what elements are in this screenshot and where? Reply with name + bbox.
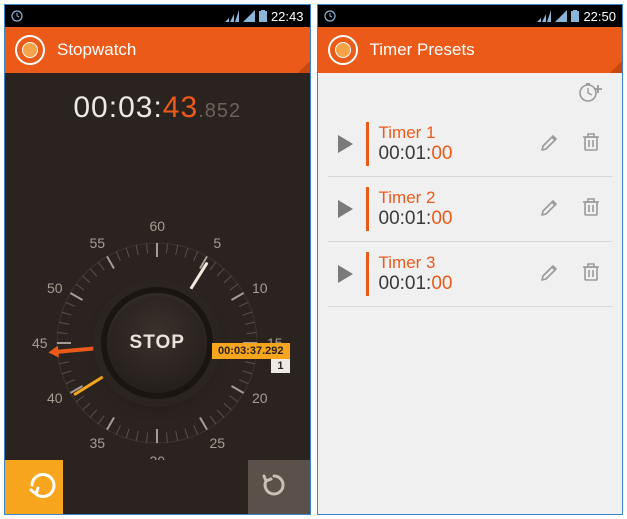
dial-label: 50 [47,280,63,296]
preset-time: 00:01:00 [379,143,525,165]
lap-badge: 00:03:37.292 1 [212,343,289,373]
accent-bar [366,252,369,296]
preset-name: Timer 2 [379,188,525,208]
preset-info[interactable]: Timer 2 00:01:00 [379,188,525,230]
status-time: 22:43 [271,9,304,24]
lap-number: 1 [271,359,289,373]
preset-info[interactable]: Timer 1 00:01:00 [379,123,525,165]
signal-icon-2 [243,10,255,22]
status-time: 22:50 [583,9,616,24]
app-header: Stopwatch [5,27,310,73]
stop-button[interactable]: STOP [107,293,207,393]
play-button[interactable] [334,133,356,155]
signal-icon [537,10,551,22]
dial-label: 10 [252,280,268,296]
app-status-icon [324,10,336,22]
edit-button[interactable] [534,191,566,228]
stopwatch-body: 00:03:43.852 60 5 10 15 20 25 30 35 40 4… [5,73,310,514]
dial-label: 25 [209,435,225,451]
preset-row: Timer 3 00:01:00 [328,242,613,307]
app-logo-icon [328,35,358,65]
delete-button[interactable] [576,126,606,163]
app-logo-icon [15,35,45,65]
preset-info[interactable]: Timer 3 00:01:00 [379,253,525,295]
elapsed-time: 00:03:43.852 [5,73,310,125]
add-preset-button[interactable] [578,81,604,108]
dial-label: 5 [213,235,221,251]
lap-icon [28,472,58,503]
preset-time: 00:01:00 [379,273,525,295]
play-button[interactable] [334,198,356,220]
dial-label: 45 [32,335,48,351]
preset-name: Timer 1 [379,123,525,143]
status-bar: 22:43 [5,5,310,27]
lap-time: 00:03:37.292 [212,343,289,359]
time-seconds: 43 [163,91,198,124]
preset-list: Timer 1 00:01:00 Timer 2 [318,112,623,307]
edit-button[interactable] [534,126,566,163]
delete-button[interactable] [576,191,606,228]
header-decoration [298,61,310,73]
signal-icon [225,10,239,22]
time-ms: .852 [198,100,241,122]
page-title: Timer Presets [370,40,475,60]
bottom-bar [5,460,310,514]
dial-label: 20 [252,390,268,406]
accent-bar [366,187,369,231]
time-hhmm: 00:03: [73,91,162,124]
timer-presets-screen: 22:50 Timer Presets [317,4,624,515]
reset-button[interactable] [81,460,310,514]
accent-bar [366,122,369,166]
presets-body: Timer 1 00:01:00 Timer 2 [318,73,623,514]
dial-label: 55 [89,235,105,251]
edit-button[interactable] [534,256,566,293]
stopwatch-screen: 22:43 Stopwatch 00:03:43.852 60 5 10 15 … [4,4,311,515]
battery-icon [259,10,267,22]
page-title: Stopwatch [57,40,136,60]
lap-button[interactable] [5,460,81,514]
preset-time: 00:01:00 [379,208,525,230]
delete-button[interactable] [576,256,606,293]
app-header: Timer Presets [318,27,623,73]
battery-icon [571,10,579,22]
signal-icon-2 [555,10,567,22]
dial-label: 60 [149,218,165,234]
play-button[interactable] [334,263,356,285]
status-bar: 22:50 [318,5,623,27]
header-decoration [610,61,622,73]
preset-row: Timer 1 00:01:00 [328,112,613,177]
dial-label: 40 [47,390,63,406]
app-status-icon [11,10,23,22]
dial-label: 35 [89,435,105,451]
preset-row: Timer 2 00:01:00 [328,177,613,242]
preset-name: Timer 3 [379,253,525,273]
stop-label: STOP [130,332,185,354]
reset-icon [260,471,288,504]
